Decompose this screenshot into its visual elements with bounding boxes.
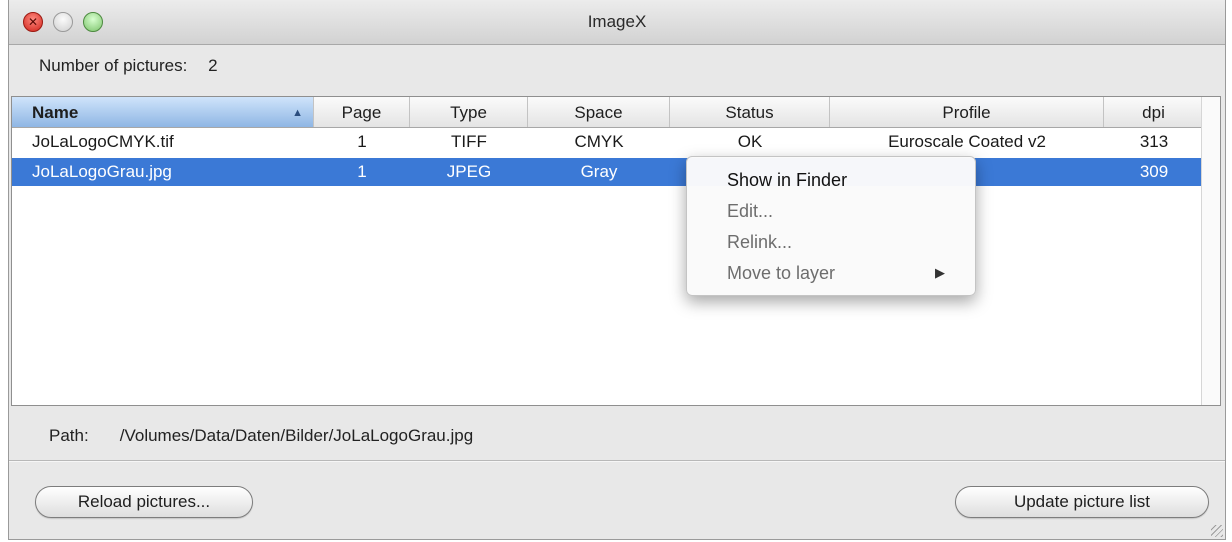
path-row: Path: /Volumes/Data/Daten/Bilder/JoLaLog…	[49, 426, 473, 446]
menu-item-edit[interactable]: Edit...	[687, 196, 975, 226]
cell-space: Gray	[580, 162, 618, 181]
cell-type: JPEG	[446, 162, 492, 181]
column-header-space[interactable]: Space	[528, 97, 670, 127]
context-menu: Show in Finder Edit... Relink... Move to…	[686, 156, 976, 296]
cell-dpi: 309	[1139, 162, 1169, 181]
column-header-name-label: Name	[32, 103, 79, 122]
picture-count-label: Number of pictures:	[39, 56, 188, 75]
cell-type: TIFF	[451, 132, 487, 151]
cell-page: 1	[357, 132, 367, 151]
resize-grip-icon[interactable]	[1211, 525, 1223, 537]
title-bar[interactable]: ImageX	[9, 0, 1225, 45]
cell-name: JoLaLogoGrau.jpg	[32, 162, 172, 181]
reload-pictures-button[interactable]: Reload pictures...	[35, 486, 253, 518]
pictures-table: Name ▲ Page Type Space Status Profile dp…	[11, 96, 1221, 406]
cell-space: CMYK	[574, 132, 624, 151]
path-label: Path:	[49, 426, 89, 445]
cell-dpi: 313	[1139, 132, 1169, 151]
update-picture-list-button[interactable]: Update picture list	[955, 486, 1209, 518]
path-value: /Volumes/Data/Daten/Bilder/JoLaLogoGrau.…	[119, 426, 474, 445]
menu-item-label: Show in Finder	[727, 170, 848, 190]
menu-item-label: Edit...	[727, 201, 774, 221]
cell-page: 1	[357, 162, 367, 181]
cell-name: JoLaLogoCMYK.tif	[32, 132, 174, 151]
menu-item-label: Move to layer	[727, 263, 836, 283]
menu-item-move-to-layer[interactable]: Move to layer ▶	[687, 258, 975, 288]
column-header-profile[interactable]: Profile	[830, 97, 1104, 127]
table-row[interactable]: JoLaLogoCMYK.tif 1 TIFF CMYK OK Euroscal…	[12, 128, 1220, 156]
picture-count: Number of pictures: 2	[39, 56, 218, 76]
column-header-page[interactable]: Page	[314, 97, 410, 127]
table-scrollbar[interactable]	[1201, 97, 1220, 405]
imagex-window: ImageX Number of pictures: 2 Name ▲ Page…	[8, 0, 1226, 540]
window-title: ImageX	[587, 12, 647, 31]
submenu-arrow-icon: ▶	[935, 265, 945, 280]
divider	[9, 460, 1225, 461]
column-header-name[interactable]: Name ▲	[12, 97, 314, 127]
column-header-dpi[interactable]: dpi	[1104, 97, 1204, 127]
cell-profile: Euroscale Coated v2	[888, 132, 1046, 151]
sort-ascending-icon: ▲	[292, 107, 303, 119]
menu-item-relink[interactable]: Relink...	[687, 227, 975, 257]
table-row-selected[interactable]: JoLaLogoGrau.jpg 1 JPEG Gray 309	[12, 158, 1220, 186]
picture-count-value: 2	[208, 56, 218, 75]
column-header-type[interactable]: Type	[410, 97, 528, 127]
menu-item-show-in-finder[interactable]: Show in Finder	[687, 165, 975, 195]
cell-status: OK	[737, 132, 763, 151]
menu-item-label: Relink...	[727, 232, 793, 252]
column-header-status[interactable]: Status	[670, 97, 830, 127]
table-header: Name ▲ Page Type Space Status Profile dp…	[12, 97, 1220, 128]
